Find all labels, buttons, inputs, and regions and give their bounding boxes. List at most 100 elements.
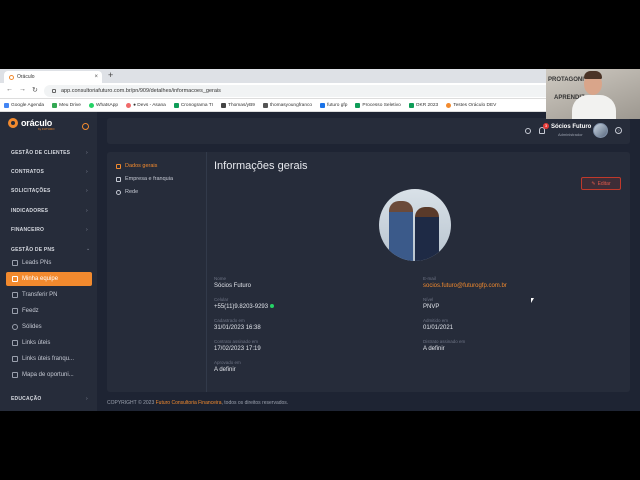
whatsapp-icon[interactable] <box>270 304 275 308</box>
nav-section-financeiro[interactable]: FINANCEIRO <box>11 227 44 233</box>
footer-copyright: COPYRIGHT © 2023 <box>107 400 155 406</box>
field-value-cadastrado: 31/01/2023 16:38 <box>214 325 261 331</box>
logo-subtitle: by FUTURO <box>38 127 55 131</box>
bookmark-icon <box>320 102 326 108</box>
bookmark-label: Testes Oráculo DEV <box>453 102 497 108</box>
nav-section-educacao[interactable]: EDUCAÇÃO <box>11 396 42 402</box>
sidebar-item-label: Transferir PN <box>22 292 58 298</box>
browser-tab-bar: Oráculo × + <box>0 69 640 83</box>
theme-toggle-icon[interactable] <box>525 128 531 134</box>
sidebar: oráculo by FUTURO GESTÃO DE CLIENTES › CO… <box>0 112 97 411</box>
page-title: Informações gerais <box>214 160 308 172</box>
user-name[interactable]: Sócios Futuro <box>551 124 591 130</box>
sidebar-item-transferir-pn[interactable]: Transferir PN <box>12 292 57 298</box>
field-value-aprovado: A definir <box>214 367 236 373</box>
chevron-down-icon: ⌄ <box>86 246 91 252</box>
presenter-body <box>572 95 616 119</box>
url-field[interactable]: app.consultoriafuturo.com.br/pn/909/deta… <box>44 85 554 97</box>
field-value-email[interactable]: socios.futuro@futurogfp.com.br <box>423 283 507 289</box>
sidebar-item-minha-equipe[interactable]: Minha equipe <box>6 272 92 286</box>
bookmark[interactable]: Thomas/yB9 <box>221 102 255 108</box>
bookmark[interactable]: futuro gfp <box>320 102 348 108</box>
bookmark-label: WhatsApp <box>95 102 119 108</box>
bookmark[interactable]: thomasyoungfranco <box>262 102 312 108</box>
building-icon <box>116 176 121 182</box>
footer-brand-link[interactable]: Futuro Consultoria Financeira <box>156 400 222 406</box>
field-label-aprovado: Aprovado em <box>214 360 241 365</box>
bookmark[interactable]: Meu Drive <box>52 102 81 108</box>
nav-section-gestao-pns[interactable]: GESTÃO DE PNS <box>11 247 55 253</box>
bookmark[interactable]: ● Devs - Asana <box>126 102 166 108</box>
logo[interactable]: oráculo by FUTURO <box>8 118 55 131</box>
person-figure <box>389 201 413 261</box>
tab-title: Oráculo <box>17 74 35 80</box>
bookmark[interactable]: Google Agenda <box>4 102 45 108</box>
sidebar-item-label: Links úteis franqu... <box>22 356 75 362</box>
forward-icon[interactable]: → <box>19 86 26 93</box>
bookmark-label: Google Agenda <box>11 102 45 108</box>
bookmark[interactable]: Cronograma TI <box>173 102 214 108</box>
sidebar-item-links-uteis-franquia[interactable]: Links úteis franqu... <box>12 356 74 362</box>
user-icon <box>116 163 121 169</box>
avatar[interactable] <box>593 123 608 138</box>
sidebar-item-links-uteis[interactable]: Links úteis <box>12 340 50 346</box>
bookmark-label: ● Devs - Asana <box>133 102 166 108</box>
sidebar-item-feedz[interactable]: Feedz <box>12 308 39 314</box>
edit-button-label: Editar <box>597 180 611 187</box>
sidebar-item-mapa-oportunidades[interactable]: Mapa de oportuni... <box>12 372 74 378</box>
tab-label: Dados gerais <box>125 163 158 169</box>
bookmark-label: futuro gfp <box>327 102 348 108</box>
back-icon[interactable]: ← <box>6 86 13 93</box>
bookmark-icon <box>262 102 268 108</box>
browser-tab[interactable]: Oráculo × <box>4 71 102 83</box>
oraculo-logo-icon <box>8 118 18 128</box>
tab-empresa-franquia[interactable]: Empresa e franquia <box>116 176 173 182</box>
help-icon[interactable]: ? <box>615 127 622 134</box>
field-value-celular: +55(11)9.8203-9293 <box>214 304 275 310</box>
close-tab-icon[interactable]: × <box>94 74 98 80</box>
tab-dados-gerais[interactable]: Dados gerais <box>116 163 157 169</box>
sidebar-item-leads-pns[interactable]: Leads PNs <box>12 260 51 266</box>
bookmark[interactable]: Testes Oráculo DEV <box>446 102 497 108</box>
link-icon <box>12 356 18 362</box>
nav-section-indicadores[interactable]: INDICADORES <box>11 208 48 214</box>
bookmark[interactable]: Processo Seletivo <box>355 102 401 108</box>
chevron-right-icon: › <box>86 150 88 156</box>
field-label-nome: Nome <box>214 276 227 281</box>
bookmark[interactable]: WhatsApp <box>88 102 119 108</box>
feedback-icon <box>12 308 18 314</box>
tab-label: Empresa e franquia <box>125 176 173 182</box>
map-icon <box>12 372 18 378</box>
tab-rede[interactable]: Rede <box>116 189 138 195</box>
new-tab-button[interactable]: + <box>108 70 113 80</box>
profile-photo <box>379 189 451 261</box>
top-bar: 3 Sócios Futuro Administrador ? <box>107 118 630 144</box>
collapse-sidebar-icon[interactable] <box>82 123 89 130</box>
url-text: app.consultoriafuturo.com.br/pn/909/deta… <box>61 88 221 94</box>
sidebar-item-solides[interactable]: Sólides <box>12 324 42 330</box>
screen: Oráculo × + ← → ↻ app.consultoriafuturo.… <box>0 69 640 411</box>
field-value-distrato: A definir <box>423 346 445 352</box>
main-content: 3 Sócios Futuro Administrador ? Dados ge… <box>97 112 640 411</box>
field-label-nivel: Nível <box>423 297 434 302</box>
chevron-right-icon: › <box>86 227 88 233</box>
nav-section-contratos[interactable]: CONTRATOS <box>11 169 44 175</box>
bookmark[interactable]: OKR 2023 <box>408 102 438 108</box>
bookmark-label: Cronograma TI <box>180 102 214 108</box>
edit-button[interactable]: ✎ Editar <box>581 177 621 190</box>
lock-icon <box>52 89 56 93</box>
chevron-right-icon: › <box>86 169 88 175</box>
edit-icon: ✎ <box>591 180 596 187</box>
team-icon <box>12 276 18 282</box>
solides-icon <box>12 324 18 330</box>
field-label-admitido: Admitido em <box>423 318 449 323</box>
sidebar-item-label: Sólides <box>22 324 42 330</box>
field-label-email: E-mail <box>423 276 436 281</box>
chevron-right-icon: › <box>86 396 88 402</box>
nav-section-gestao-clientes[interactable]: GESTÃO DE CLIENTES <box>11 150 70 156</box>
presenter-hair <box>584 71 602 79</box>
reload-icon[interactable]: ↻ <box>32 86 38 94</box>
bookmark-icon <box>52 102 58 108</box>
footer-suffix: , todos os direitos reservados. <box>221 400 289 406</box>
nav-section-solicitacoes[interactable]: SOLICITAÇÕES <box>11 188 51 194</box>
